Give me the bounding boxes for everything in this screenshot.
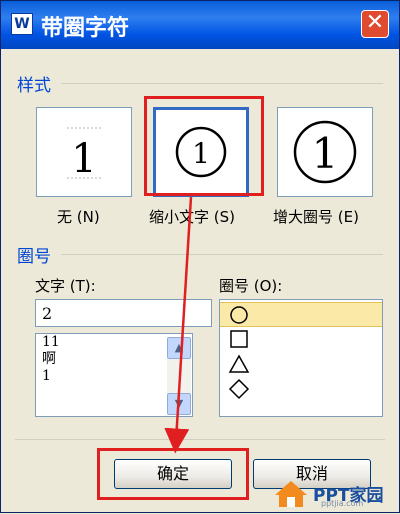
watermark-url: pptjia.com	[321, 499, 364, 508]
annotation-arrow	[164, 196, 193, 454]
dialog-window: W 带圈字符 ✕ 样式 1 1 1 无 (N) 缩小文字 (S) 增大圈号 (E…	[0, 0, 400, 513]
watermark-logo: PPT家园 pptjia.com	[273, 479, 391, 509]
house-logo-icon	[275, 481, 307, 507]
